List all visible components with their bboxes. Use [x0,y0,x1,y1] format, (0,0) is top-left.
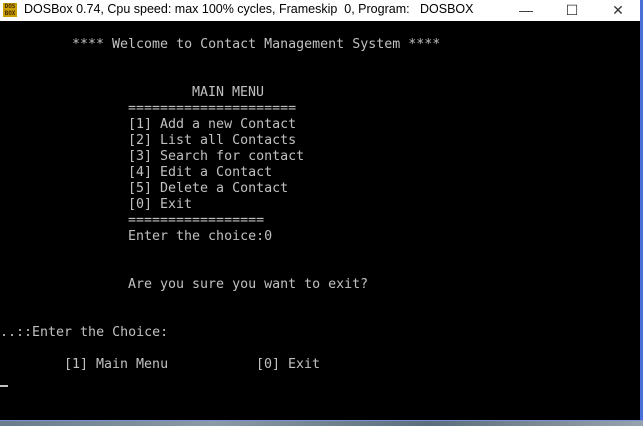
menu-item-edit: [4] Edit a Contact [128,165,273,180]
prompt-text: ..::Enter the Choice: [0,325,169,340]
dosbox-icon: DOS BOX [3,3,17,17]
desktop-background [0,421,643,426]
text-cursor [0,385,8,387]
window-title: DOSBox 0.74, Cpu speed: max 100% cycles,… [24,2,474,16]
close-button[interactable]: ✕ [595,0,641,21]
welcome-text: **** Welcome to Contact Management Syste… [72,37,441,52]
option-exit: [0] Exit [256,357,321,372]
enter-choice-text: Enter the choice:0 [128,229,273,244]
menu-item-search: [3] Search for contact [128,149,305,164]
option-main-menu: [1] Main Menu [64,357,169,372]
dos-terminal[interactable]: **** Welcome to Contact Management Syste… [0,21,640,421]
separator-bottom: ================= [128,213,265,228]
menu-item-add: [1] Add a new Contact [128,117,297,132]
maximize-button[interactable]: ☐ [549,0,595,21]
minimize-button[interactable]: — [503,0,549,21]
menu-item-exit: [0] Exit [128,197,193,212]
title-bar: DOS BOX DOSBox 0.74, Cpu speed: max 100% … [0,0,640,21]
menu-item-list: [2] List all Contacts [128,133,297,148]
menu-title: MAIN MENU [192,85,265,100]
confirm-exit-text: Are you sure you want to exit? [128,277,369,292]
separator-top: ===================== [128,101,297,116]
menu-item-delete: [5] Delete a Contact [128,181,289,196]
